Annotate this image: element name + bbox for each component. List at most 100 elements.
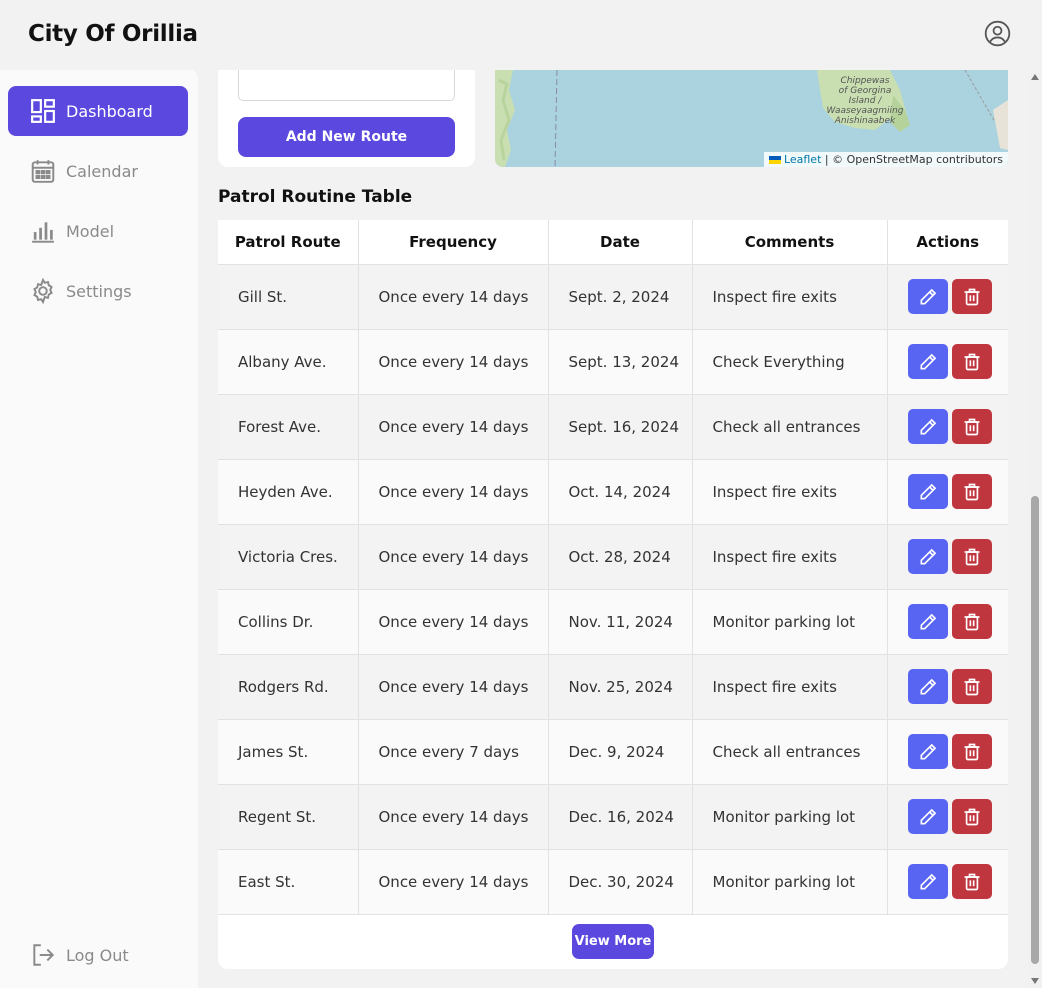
trash-icon [962, 612, 982, 632]
trash-icon [962, 417, 982, 437]
logout-button[interactable]: Log Out [8, 930, 129, 980]
cell-frequency: Once every 14 days [358, 394, 549, 460]
sidebar-item-label: Model [66, 221, 115, 241]
cell-frequency: Once every 14 days [358, 849, 549, 915]
delete-button[interactable] [951, 279, 992, 314]
trash-icon [962, 287, 982, 307]
delete-button[interactable] [951, 604, 992, 639]
pencil-icon [918, 612, 938, 632]
ukraine-flag-icon [768, 156, 781, 164]
column-header: Actions [887, 220, 1008, 265]
pencil-icon [918, 352, 938, 372]
cell-patrol-route: Victoria Cres. [218, 524, 359, 590]
trash-icon [962, 742, 982, 762]
column-header: Frequency [358, 220, 549, 265]
edit-button[interactable] [907, 539, 948, 574]
delete-button[interactable] [951, 409, 992, 444]
pencil-icon [918, 482, 938, 502]
add-new-route-button[interactable]: Add New Route [238, 117, 455, 157]
cell-frequency: Once every 14 days [358, 524, 549, 590]
edit-button[interactable] [907, 669, 948, 704]
calendar-icon [31, 160, 55, 183]
cell-frequency: Once every 14 days [358, 589, 549, 655]
table-row: Collins Dr. Once every 14 days Nov. 11, 20… [218, 589, 1008, 655]
cell-actions [887, 394, 1008, 460]
cell-actions [887, 849, 1008, 915]
cell-patrol-route: Forest Ave. [218, 394, 359, 460]
osm-attribution[interactable]: | © OpenStreetMap contributors [825, 153, 1003, 166]
edit-button[interactable] [907, 604, 948, 639]
user-circle-icon[interactable] [984, 20, 1011, 47]
edit-button[interactable] [907, 474, 948, 509]
edit-button[interactable] [907, 799, 948, 834]
table-row: Victoria Cres. Once every 14 days Oct. 28,… [218, 524, 1008, 590]
map-place-label: Chippewas of Georgina Island / Waaseyaag… [826, 76, 904, 126]
cell-actions [887, 329, 1008, 395]
cell-actions [887, 589, 1008, 655]
cell-patrol-route: Heyden Ave. [218, 459, 359, 525]
view-more-button[interactable]: View More [572, 924, 654, 959]
logout-label: Log Out [66, 945, 129, 965]
sidebar-item-model[interactable]: Model [8, 206, 188, 256]
cell-date: Oct. 14, 2024 [548, 459, 693, 525]
app-title: City Of Orillia [28, 21, 198, 47]
cell-patrol-route: East St. [218, 849, 359, 915]
cell-comments: Monitor parking lot [692, 589, 888, 655]
leaflet-link[interactable]: Leaflet [784, 153, 821, 166]
cell-comments: Monitor parking lot [692, 849, 888, 915]
delete-button[interactable] [951, 539, 992, 574]
cell-frequency: Once every 14 days [358, 264, 549, 330]
delete-button[interactable] [951, 474, 992, 509]
cell-actions [887, 719, 1008, 785]
cell-date: Sept. 2, 2024 [548, 264, 693, 330]
cell-actions [887, 524, 1008, 590]
pencil-icon [918, 872, 938, 892]
trash-icon [962, 352, 982, 372]
patrol-routine-table: Patrol Route Frequency Date Comments Act… [218, 220, 1008, 915]
sidebar-item-dashboard[interactable]: Dashboard [8, 86, 188, 136]
scroll-up-arrow-icon[interactable] [1031, 74, 1039, 80]
delete-button[interactable] [951, 669, 992, 704]
table-row: Albany Ave. Once every 14 days Sept. 13, 2… [218, 329, 1008, 395]
pencil-icon [918, 547, 938, 567]
pencil-icon [918, 287, 938, 307]
delete-button[interactable] [951, 799, 992, 834]
sidebar-item-settings[interactable]: Settings [8, 266, 188, 316]
table-title: Patrol Routine Table [218, 187, 413, 207]
cell-patrol-route: James St. [218, 719, 359, 785]
edit-button[interactable] [907, 344, 948, 379]
delete-button[interactable] [951, 344, 992, 379]
map-attribution: Leaflet | © OpenStreetMap contributors [763, 152, 1008, 167]
edit-button[interactable] [907, 734, 948, 769]
cell-frequency: Once every 14 days [358, 329, 549, 395]
sidebar-item-calendar[interactable]: Calendar [8, 146, 188, 196]
cell-comments: Inspect fire exits [692, 524, 888, 590]
table-row: Regent St. Once every 14 days Dec. 16, 202… [218, 784, 1008, 850]
table-row: James St. Once every 7 days Dec. 9, 2024 Ch… [218, 719, 1008, 785]
cell-frequency: Once every 7 days [358, 719, 549, 785]
cell-date: Nov. 25, 2024 [548, 654, 693, 720]
dashboard-icon [31, 99, 55, 123]
route-input[interactable] [238, 70, 455, 101]
sidebar-item-label: Calendar [66, 161, 138, 181]
edit-button[interactable] [907, 279, 948, 314]
cell-actions [887, 654, 1008, 720]
sidebar-item-label: Dashboard [66, 101, 153, 121]
edit-button[interactable] [907, 409, 948, 444]
cell-comments: Inspect fire exits [692, 264, 888, 330]
cell-actions [887, 784, 1008, 850]
scrollbar-thumb[interactable] [1031, 496, 1039, 964]
top-bar: City Of Orillia [0, 0, 1042, 70]
scrollbar[interactable] [1028, 70, 1042, 988]
pencil-icon [918, 807, 938, 827]
delete-button[interactable] [951, 864, 992, 899]
cell-date: Dec. 30, 2024 [548, 849, 693, 915]
cell-comments: Check all entrances [692, 394, 888, 460]
cell-frequency: Once every 14 days [358, 654, 549, 720]
edit-button[interactable] [907, 864, 948, 899]
map[interactable]: Chippewas of Georgina Island / Waaseyaag… [495, 70, 1008, 167]
cell-comments: Monitor parking lot [692, 784, 888, 850]
table-row: Rodgers Rd. Once every 14 days Nov. 25, 20… [218, 654, 1008, 720]
delete-button[interactable] [951, 734, 992, 769]
scroll-down-arrow-icon[interactable] [1031, 978, 1039, 984]
